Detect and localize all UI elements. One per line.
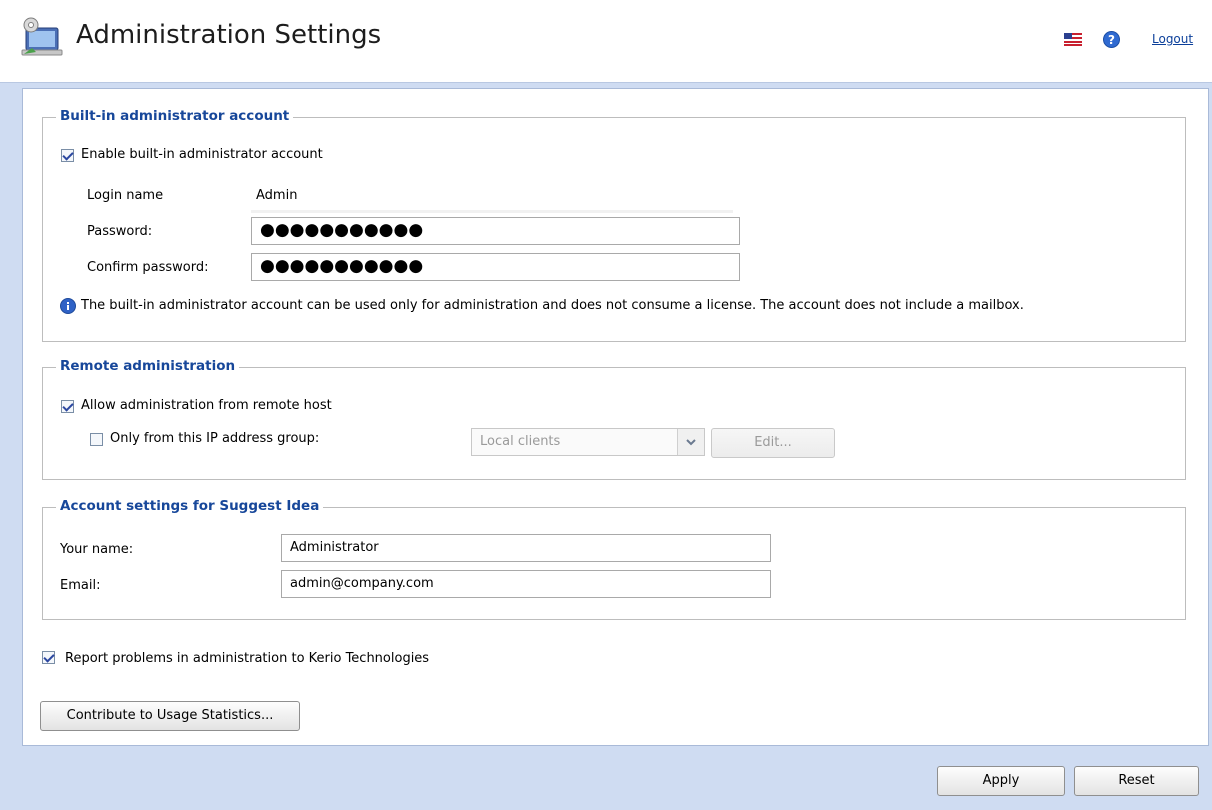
help-icon[interactable]: ? bbox=[1103, 31, 1120, 48]
confirm-password-field[interactable]: ●●●●●●●●●●● bbox=[251, 253, 740, 281]
confirm-password-label: Confirm password: bbox=[87, 260, 209, 275]
ip-group-select[interactable]: Local clients bbox=[471, 428, 705, 456]
report-problems-checkbox[interactable] bbox=[42, 651, 55, 664]
page-title: Administration Settings bbox=[76, 20, 382, 50]
svg-text:?: ? bbox=[1108, 33, 1115, 47]
us-flag-icon[interactable] bbox=[1064, 33, 1082, 46]
email-label: Email: bbox=[60, 578, 101, 593]
report-problems-label[interactable]: Report problems in administration to Ker… bbox=[65, 651, 429, 666]
your-name-label: Your name: bbox=[60, 542, 134, 557]
remote-admin-group: Remote administration Allow administrati… bbox=[42, 358, 1186, 480]
email-field[interactable]: admin@company.com bbox=[281, 570, 771, 598]
remote-admin-legend: Remote administration bbox=[56, 358, 240, 374]
suggest-idea-group: Account settings for Suggest Idea Your n… bbox=[42, 498, 1186, 620]
header-bar: Administration Settings ? Logout bbox=[0, 0, 1212, 83]
login-name-label: Login name bbox=[87, 188, 164, 203]
edit-ip-group-button[interactable]: Edit... bbox=[711, 428, 835, 458]
reset-button[interactable]: Reset bbox=[1074, 766, 1199, 796]
builtin-admin-group: Built-in administrator account Enable bu… bbox=[42, 108, 1186, 342]
allow-remote-admin-label[interactable]: Allow administration from remote host bbox=[81, 398, 332, 413]
enable-builtin-admin-checkbox[interactable] bbox=[61, 149, 74, 162]
suggest-idea-legend: Account settings for Suggest Idea bbox=[56, 498, 324, 514]
password-field[interactable]: ●●●●●●●●●●● bbox=[251, 217, 740, 245]
only-ip-group-checkbox[interactable] bbox=[90, 433, 103, 446]
login-name-underline bbox=[251, 210, 733, 213]
apply-button[interactable]: Apply bbox=[937, 766, 1065, 796]
login-name-value: Admin bbox=[256, 188, 298, 203]
ip-group-select-value: Local clients bbox=[480, 434, 561, 449]
admin-settings-icon bbox=[21, 17, 63, 56]
allow-remote-admin-checkbox[interactable] bbox=[61, 400, 74, 413]
builtin-admin-info-text: The built-in administrator account can b… bbox=[81, 298, 1024, 313]
only-ip-group-label[interactable]: Only from this IP address group: bbox=[110, 431, 319, 446]
chevron-down-icon[interactable] bbox=[677, 429, 704, 455]
builtin-admin-legend: Built-in administrator account bbox=[56, 108, 294, 124]
password-label: Password: bbox=[87, 224, 153, 239]
settings-panel: Built-in administrator account Enable bu… bbox=[22, 88, 1209, 746]
your-name-field[interactable]: Administrator bbox=[281, 534, 771, 562]
contribute-usage-statistics-button[interactable]: Contribute to Usage Statistics... bbox=[40, 701, 300, 731]
logout-link[interactable]: Logout bbox=[1152, 32, 1193, 46]
enable-builtin-admin-label[interactable]: Enable built-in administrator account bbox=[81, 147, 323, 162]
info-icon bbox=[60, 298, 76, 314]
